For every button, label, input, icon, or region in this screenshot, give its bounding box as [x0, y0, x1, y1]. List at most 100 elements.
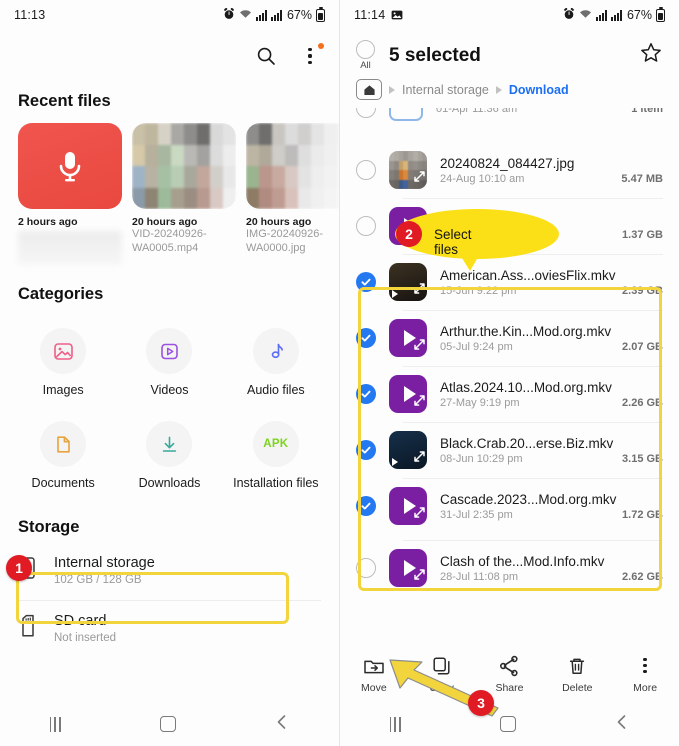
annotation-badge-3: 3	[468, 690, 494, 716]
row-checkbox[interactable]	[356, 216, 376, 236]
recent-files-title: Recent files	[18, 92, 111, 110]
file-size: 1 item	[631, 108, 663, 115]
file-date: 08-Jun 10:29 pm	[440, 452, 523, 465]
storage-title: Storage	[18, 518, 80, 536]
gallery-notification-icon	[391, 9, 403, 21]
expand-icon	[413, 568, 426, 586]
file-row-selected[interactable]: Arthur.the.Kin...Mod.org.mkv 05-Jul 9:24…	[340, 310, 679, 366]
category-installation-files[interactable]: APK Installation files	[223, 413, 329, 502]
screenshot-root: 11:13 67% Recent files 2 hours ago 20 ho…	[0, 0, 679, 746]
row-checkbox[interactable]	[356, 108, 376, 118]
select-all-checkbox[interactable]: All	[356, 40, 375, 71]
video-thumbnail	[389, 549, 427, 587]
home-button[interactable]	[160, 716, 177, 732]
video-thumbnail	[389, 319, 427, 357]
recent-file-name: IMG-20240926-WA0000.jpg	[246, 228, 324, 254]
recent-file-time: 20 hours ago	[132, 216, 198, 228]
storage-item-sdcard[interactable]: SD card Not inserted	[0, 601, 339, 656]
status-time: 11:14	[354, 8, 386, 22]
file-row-selected[interactable]: Atlas.2024.10...Mod.org.mkv 27-May 9:19 …	[340, 366, 679, 422]
recent-file-item[interactable]: 2 hours ago	[18, 123, 122, 265]
notification-dot	[318, 43, 324, 49]
breadcrumb-download[interactable]: Download	[509, 83, 569, 97]
file-size: 5.47 MB	[621, 172, 663, 185]
play-icon	[392, 290, 398, 298]
expand-icon	[413, 170, 426, 188]
select-all-label: All	[360, 60, 371, 71]
row-checkbox[interactable]	[356, 160, 376, 180]
storage-item-internal[interactable]: Internal storage 102 GB / 128 GB	[0, 543, 339, 598]
file-name: Arthur.the.Kin...Mod.org.mkv	[440, 323, 612, 339]
category-label: Installation files	[233, 476, 319, 490]
file-name: Black.Crab.20...erse.Biz.mkv	[440, 435, 614, 451]
file-date: 01-Apr 11:36 am	[436, 108, 518, 115]
wifi-icon	[579, 8, 592, 22]
more-button[interactable]: More	[617, 655, 673, 694]
storage-internal-text: Internal storage 102 GB / 128 GB	[54, 555, 155, 586]
status-bar-right: 11:14 67%	[340, 0, 679, 30]
image-thumbnail	[246, 123, 339, 209]
toolbar-label: Delete	[562, 681, 593, 694]
file-size: 2.26 GB	[622, 396, 663, 409]
file-subline: 08-Jun 10:29 pm 3.15 GB	[440, 453, 663, 465]
search-icon[interactable]	[253, 43, 279, 69]
storage-label: Internal storage	[54, 555, 155, 571]
file-row[interactable]: Clash of the...Mod.Info.mkv 28-Jul 11:08…	[340, 540, 679, 596]
checkbox-circle-icon	[356, 40, 375, 59]
video-thumbnail	[389, 487, 427, 525]
row-checkbox-checked[interactable]	[356, 440, 376, 460]
storage-label: SD card	[54, 613, 107, 629]
back-button[interactable]	[615, 714, 629, 735]
file-row[interactable]: 20240824_084427.jpg 24-Aug 10:10 am 5.47…	[340, 142, 679, 198]
file-meta: Arthur.the.Kin...Mod.org.mkv 05-Jul 9:24…	[440, 324, 663, 353]
category-downloads[interactable]: Downloads	[116, 413, 222, 502]
breadcrumb-internal-storage[interactable]: Internal storage	[402, 83, 489, 97]
file-meta: Cascade.2023...Mod.org.mkv 31-Jul 2:35 p…	[440, 492, 663, 521]
storage-sub: Not inserted	[54, 632, 117, 644]
file-date: 28-Jul 11:08 pm	[440, 570, 519, 583]
star-outline-icon[interactable]	[639, 41, 663, 70]
row-checkbox-checked[interactable]	[356, 272, 376, 292]
back-button[interactable]	[275, 714, 289, 735]
file-subline: 01-Apr 11:36 am 1 item	[436, 108, 663, 115]
sdcard-icon	[18, 614, 38, 643]
signal-icon-2	[610, 9, 622, 21]
category-videos[interactable]: Videos	[116, 320, 222, 409]
row-checkbox[interactable]	[356, 558, 376, 578]
more-vertical-icon[interactable]	[297, 43, 324, 69]
breadcrumb: Internal storage Download	[340, 75, 679, 108]
row-checkbox-checked[interactable]	[356, 328, 376, 348]
file-row-selected[interactable]: Cascade.2023...Mod.org.mkv 31-Jul 2:35 p…	[340, 478, 679, 534]
file-meta: 20240824_084427.jpg 24-Aug 10:10 am 5.47…	[440, 156, 663, 185]
signal-icon-1	[595, 9, 607, 21]
status-indicators: 67%	[223, 6, 325, 23]
video-thumbnail	[389, 431, 427, 469]
file-subline: 24-Aug 10:10 am 5.47 MB	[440, 173, 663, 185]
category-documents[interactable]: Documents	[10, 413, 116, 502]
file-row-clipped-folder[interactable]: 01-Apr 11:36 am 1 item	[340, 108, 679, 142]
file-subline: 05-Jul 9:24 pm 2.07 GB	[440, 341, 663, 353]
file-date: 31-Jul 2:35 pm	[440, 508, 513, 521]
right-screen-download-folder: 11:14 67% All 5 selected Internal storag…	[340, 0, 679, 746]
file-subline: 15-Jun 9:22 pm 2.39 GB	[440, 285, 663, 297]
recent-file-item[interactable]: 20 hours ago VID-20240926-WA0005.mp4	[132, 123, 236, 265]
breadcrumb-arrow-icon	[389, 85, 395, 94]
category-audio-files[interactable]: Audio files	[223, 320, 329, 409]
recent-file-time: 2 hours ago	[18, 216, 78, 228]
toolbar-label: More	[633, 681, 658, 694]
category-images[interactable]: Images	[10, 320, 116, 409]
recent-file-item[interactable]: 20 hours ago IMG-20240926-WA0000.jpg	[246, 123, 339, 265]
photo-thumbnail	[389, 151, 427, 189]
file-row-selected[interactable]: Black.Crab.20...erse.Biz.mkv 08-Jun 10:2…	[340, 422, 679, 478]
video-thumbnail	[389, 375, 427, 413]
category-label: Downloads	[138, 476, 201, 490]
signal-icon-1	[255, 9, 267, 21]
wifi-icon	[239, 8, 252, 22]
recents-button[interactable]	[49, 716, 61, 732]
row-checkbox-checked[interactable]	[356, 384, 376, 404]
file-name: Clash of the...Mod.Info.mkv	[440, 553, 605, 569]
apk-icon: APK	[252, 421, 299, 467]
row-checkbox-checked[interactable]	[356, 496, 376, 516]
delete-button[interactable]: Delete	[549, 655, 605, 694]
home-folder-icon[interactable]	[356, 79, 382, 100]
